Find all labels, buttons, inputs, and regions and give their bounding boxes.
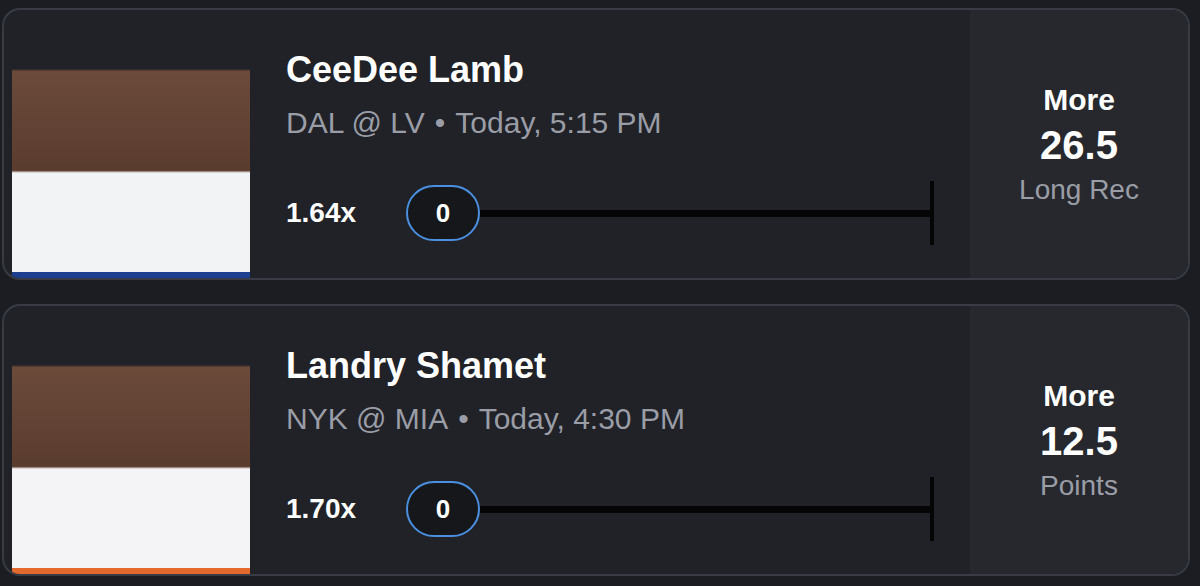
game-time: Today, 4:30 PM <box>479 401 685 437</box>
progress-track <box>480 210 930 217</box>
line-value: 12.5 <box>1040 419 1118 464</box>
direction: More <box>1043 83 1115 117</box>
pick-info: Landry Shamet NYK @ MIA • Today, 4:30 PM 1.7… <box>250 306 970 574</box>
direction: More <box>1043 379 1115 413</box>
progress-row: 1.64x0 <box>286 181 934 245</box>
matchup: NYK @ MIA <box>286 401 448 437</box>
photo-frame <box>4 306 250 574</box>
progress-row: 1.70x0 <box>286 477 934 541</box>
separator: • <box>458 401 469 437</box>
player-photo <box>12 314 250 574</box>
pick-card[interactable]: CeeDee Lamb DAL @ LV •Today, 5:15 PM 1.64x0… <box>2 8 1190 280</box>
multiplier: 1.64x <box>286 197 406 229</box>
progress-value: 0 <box>406 185 480 241</box>
game-info: NYK @ MIA • Today, 4:30 PM <box>286 401 934 437</box>
player-name: CeeDee Lamb <box>286 48 934 91</box>
progress-track <box>480 506 930 513</box>
stat-type: Points <box>1040 470 1118 502</box>
line-value: 26.5 <box>1040 123 1118 168</box>
photo-frame <box>4 10 250 278</box>
line-panel[interactable]: More 12.5 Points <box>970 306 1188 574</box>
target-tick <box>930 477 934 541</box>
pick-card[interactable]: Landry Shamet NYK @ MIA • Today, 4:30 PM 1.7… <box>2 304 1190 576</box>
separator: • <box>435 105 446 141</box>
progress-value: 0 <box>406 481 480 537</box>
line-panel[interactable]: More 26.5 Long Rec <box>970 10 1188 278</box>
game-time: Today, 5:15 PM <box>455 105 661 141</box>
target-tick <box>930 181 934 245</box>
stat-type: Long Rec <box>1019 174 1139 206</box>
matchup: DAL @ LV <box>286 105 425 141</box>
player-name: Landry Shamet <box>286 344 934 387</box>
picks-page: CeeDee LambDAL @ LV•Today, 5:15 PM1.64x0… <box>0 0 1200 586</box>
multiplier: 1.70x <box>286 493 406 525</box>
player-photo <box>12 18 250 278</box>
game-info: DAL @ LV •Today, 5:15 PM <box>286 105 934 141</box>
pick-info: CeeDee Lamb DAL @ LV •Today, 5:15 PM 1.64x0 <box>250 10 970 278</box>
